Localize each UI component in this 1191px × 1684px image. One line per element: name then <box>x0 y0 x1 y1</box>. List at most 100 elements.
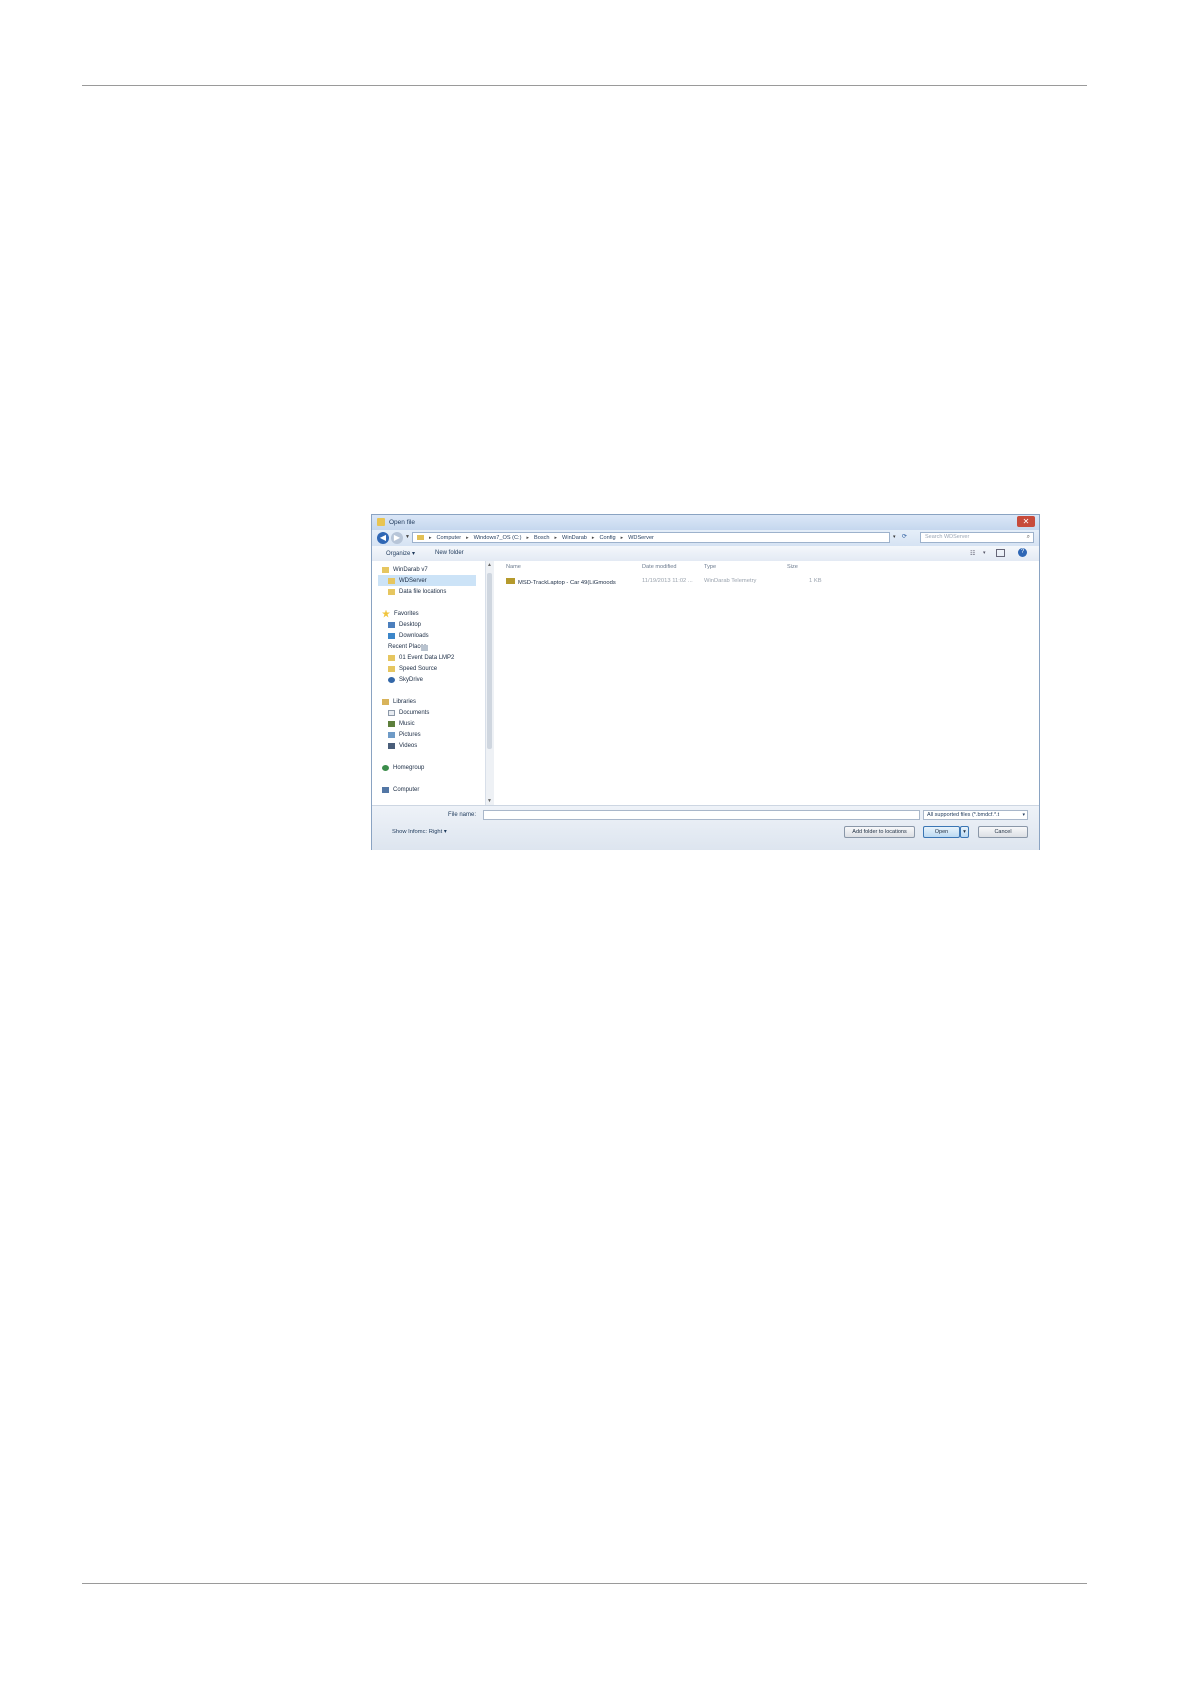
nav-item-label: Desktop <box>399 621 422 628</box>
nav-item-label: SkyDrive <box>399 676 424 683</box>
nav-item-data-file-locations[interactable]: Data file locations <box>388 586 446 597</box>
open-file-dialog: Open file ✕ ◀ ▶ ▼ ▸ Computer ▸ Windows7_… <box>371 514 1040 850</box>
breadcrumb-item[interactable]: Config <box>599 535 615 541</box>
nav-item-label: Computer <box>393 786 420 793</box>
dialog-titlebar: Open file ✕ <box>372 515 1039 530</box>
star-icon <box>382 609 390 618</box>
header-rule <box>82 85 1087 86</box>
nav-item-desktop[interactable]: Desktop <box>388 619 421 630</box>
folder-icon <box>388 654 395 661</box>
nav-scrollbar[interactable]: ▲ ▼ <box>485 561 494 805</box>
close-button[interactable]: ✕ <box>1017 516 1035 527</box>
view-dropdown-icon[interactable]: ▾ <box>983 550 986 556</box>
file-size: 1 KB <box>809 578 822 584</box>
nav-item-label: WDServer <box>399 577 427 584</box>
nav-item-event-data[interactable]: 01 Event Data LMP2 <box>388 652 454 663</box>
scroll-up-icon[interactable]: ▲ <box>487 562 492 568</box>
nav-item-label: Documents <box>399 709 430 716</box>
nav-item-label: 01 Event Data LMP2 <box>399 654 455 661</box>
address-dropdown-icon[interactable]: ▾ <box>893 534 896 540</box>
new-folder-button[interactable]: New folder <box>435 550 464 556</box>
nav-item-videos[interactable]: Videos <box>388 740 417 751</box>
nav-item-wdserver[interactable]: WDServer <box>378 575 476 586</box>
folder-icon <box>388 588 395 595</box>
breadcrumb-item[interactable]: Windows7_OS (C:) <box>474 535 522 541</box>
back-button[interactable]: ◀ <box>377 532 389 544</box>
column-header-type[interactable]: Type <box>704 564 716 570</box>
scroll-down-icon[interactable]: ▼ <box>487 798 492 804</box>
scroll-thumb[interactable] <box>487 573 492 749</box>
breadcrumb-item[interactable]: WDServer <box>628 535 654 541</box>
breadcrumb-item[interactable]: Bosch <box>534 535 550 541</box>
folder-icon <box>388 665 395 672</box>
recent-places-icon <box>421 645 428 651</box>
app-icon <box>377 518 385 526</box>
nav-item-homegroup[interactable]: Homegroup <box>382 762 424 773</box>
nav-item-skydrive[interactable]: SkyDrive <box>388 674 423 685</box>
downloads-icon <box>388 632 395 639</box>
nav-item-label: Downloads <box>399 632 429 639</box>
nav-item-libraries[interactable]: Libraries <box>382 696 416 707</box>
chevron-right-icon: ▸ <box>620 534 624 541</box>
nav-item-windarab[interactable]: WinDarab v7 <box>382 564 428 575</box>
nav-item-speed-source[interactable]: Speed Source <box>388 663 437 674</box>
add-folder-to-locations-button[interactable]: Add folder to locations <box>844 826 915 838</box>
nav-item-favorites[interactable]: Favorites <box>382 608 419 619</box>
breadcrumb-item[interactable]: Computer <box>437 535 462 541</box>
column-header-date[interactable]: Date modified <box>642 564 677 570</box>
breadcrumb-item[interactable]: WinDarab <box>562 535 587 541</box>
file-type-filter-select[interactable]: All supported files (*.bmdcf.*.t ▾ <box>923 810 1028 820</box>
file-row[interactable]: MSD-TrackLaptop - Car 49(LiGmoods 11/19/… <box>506 578 1026 587</box>
folder-icon <box>417 535 424 540</box>
forward-button[interactable]: ▶ <box>391 532 403 544</box>
folder-icon <box>388 577 395 584</box>
file-date: 11/19/2013 11:02 ... <box>642 578 693 584</box>
nav-item-music[interactable]: Music <box>388 718 415 729</box>
column-header-name[interactable]: Name <box>506 564 521 570</box>
recent-locations-chevron-icon[interactable]: ▼ <box>405 534 410 540</box>
column-header-size[interactable]: Size <box>787 564 798 570</box>
navigation-pane: WinDarab v7 WDServer Data file locations… <box>372 561 486 805</box>
help-icon[interactable]: ? <box>1018 548 1027 557</box>
desktop-icon <box>388 621 395 628</box>
chevron-right-icon: ▸ <box>554 534 558 541</box>
file-list-pane: Name Date modified Type Size MSD-TrackLa… <box>494 561 1039 805</box>
nav-item-label: Pictures <box>399 731 421 738</box>
open-button[interactable]: Open <box>923 826 960 838</box>
nav-item-label: Libraries <box>393 698 417 705</box>
file-type: WinDarab Telemetry <box>704 578 757 584</box>
search-icon: ⌕ <box>1026 534 1030 540</box>
nav-item-recent-places[interactable]: Recent Places <box>388 641 428 652</box>
preview-pane-icon[interactable] <box>996 549 1005 557</box>
nav-item-documents[interactable]: Documents <box>388 707 429 718</box>
nav-item-downloads[interactable]: Downloads <box>388 630 429 641</box>
nav-item-pictures[interactable]: Pictures <box>388 729 421 740</box>
pictures-icon <box>388 731 395 738</box>
open-dropdown-icon[interactable]: ▾ <box>960 826 969 838</box>
organize-button[interactable]: Organize ▾ <box>386 550 415 557</box>
homegroup-icon <box>382 764 389 771</box>
nav-item-label: Homegroup <box>393 764 425 771</box>
chevron-down-icon: ▾ <box>1022 812 1025 818</box>
file-name-cell: MSD-TrackLaptop - Car 49(LiGmoods <box>506 578 616 586</box>
chevron-right-icon: ▸ <box>591 534 595 541</box>
music-icon <box>388 720 395 727</box>
libraries-icon <box>382 698 389 705</box>
breadcrumb[interactable]: ▸ Computer ▸ Windows7_OS (C:) ▸ Bosch ▸ … <box>412 532 890 543</box>
nav-item-label: Favorites <box>394 610 419 617</box>
show-infomc-dropdown[interactable]: Show Infomc: Right ▾ <box>392 829 447 835</box>
filter-value: All supported files (*.bmdcf.*.t <box>927 812 1000 818</box>
videos-icon <box>388 742 395 749</box>
file-name-input[interactable]: ▾ <box>483 810 1028 820</box>
telemetry-file-icon <box>506 578 515 584</box>
nav-item-label: WinDarab v7 <box>393 566 428 573</box>
chevron-right-icon: ▸ <box>429 534 432 541</box>
refresh-icon[interactable]: ⟳ <box>902 533 907 540</box>
chevron-right-icon: ▸ <box>526 534 529 541</box>
cloud-icon <box>388 676 395 683</box>
change-view-icon[interactable]: ☷ <box>970 550 975 557</box>
nav-item-computer[interactable]: Computer <box>382 784 419 795</box>
cancel-button[interactable]: Cancel <box>978 826 1028 838</box>
search-input[interactable]: Search WDServer ⌕ <box>920 532 1034 543</box>
folder-icon <box>382 566 389 573</box>
